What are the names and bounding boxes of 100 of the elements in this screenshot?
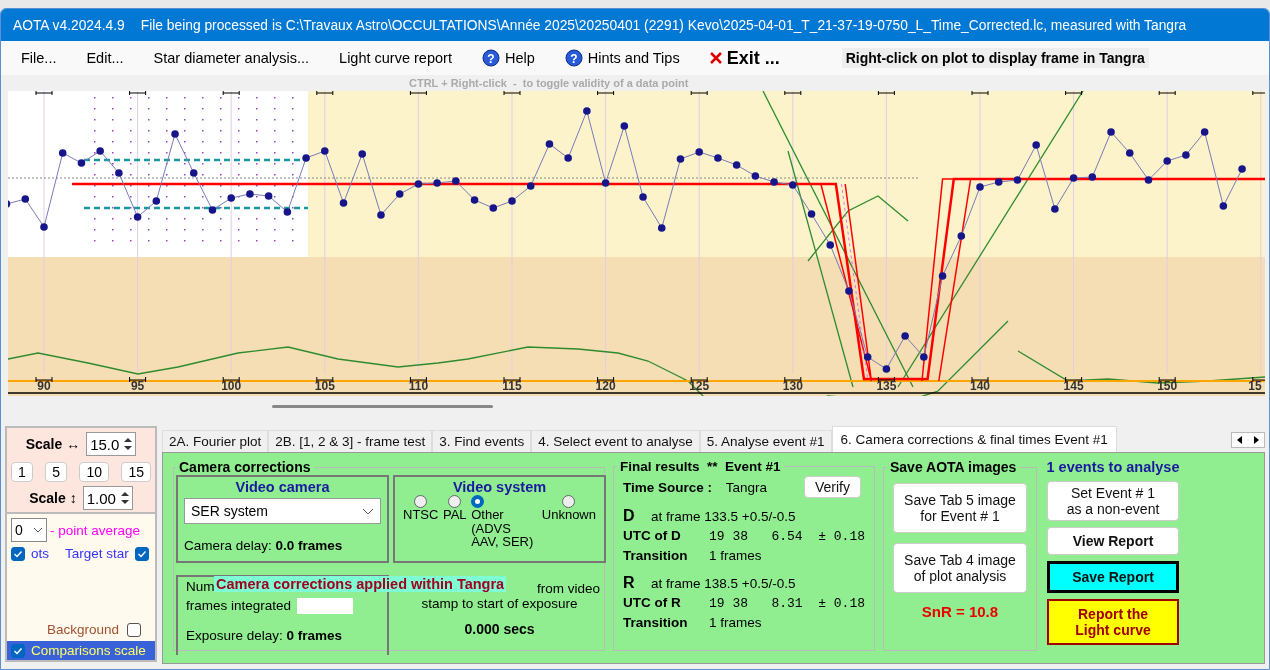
- snr-value: SnR = 10.8: [921, 603, 999, 620]
- radio-label: NTSC: [403, 508, 439, 522]
- check-icon: [136, 548, 147, 559]
- radio-button[interactable]: [562, 495, 576, 508]
- average-dropdown[interactable]: 0: [11, 518, 47, 542]
- file-path: File being processed is C:\Travaux Astro\OCCULTATIONS\Année 2025\20250401 (2291) Kevo\2025-04-01_T_21-37-19-0750_L_Time_Corrected.lc, measured with Tangra: [140, 17, 1187, 33]
- chevron-down-icon: [362, 507, 374, 515]
- axis-label: 115: [502, 379, 522, 393]
- camera-delay: Camera delay: 0.0 frames: [184, 538, 344, 553]
- window-title: AOTA v4.2024.4.9: [13, 17, 125, 33]
- frames-field[interactable]: [297, 598, 354, 615]
- checkbox-label: Background: [47, 622, 120, 637]
- verify-button[interactable]: Verify: [804, 476, 861, 499]
- utc-value: 19 38 8.31 ± 0.18: [709, 596, 866, 612]
- checkbox-label: ots: [31, 546, 49, 561]
- spin-field[interactable]: 15.0: [86, 432, 137, 456]
- axis-label: 130: [782, 379, 803, 393]
- checkbox[interactable]: [11, 643, 25, 658]
- preset-button[interactable]: 15: [121, 462, 151, 482]
- transition-label: Transition: [623, 547, 689, 566]
- action-button[interactable]: Set Event # 1 as a non-event: [1047, 481, 1179, 521]
- event-letter: D: [623, 506, 636, 526]
- event-letter: R: [623, 573, 636, 593]
- menu-item[interactable]: Exit ...: [701, 47, 788, 69]
- transition-label: Transition: [623, 614, 689, 633]
- box-title: Video system: [451, 479, 548, 495]
- checkbox-label: Target star: [65, 546, 129, 561]
- utc-value: 19 38 6.54 ± 0.18: [709, 529, 866, 545]
- transition-value: 1 frames: [709, 548, 762, 564]
- tab[interactable]: 6. Camera corrections & final times Event #1: [831, 426, 1117, 452]
- axis-label: 145: [1063, 379, 1084, 393]
- radio-button[interactable]: [471, 495, 485, 508]
- save-image-button[interactable]: Save Tab 4 image of plot analysis: [893, 543, 1027, 593]
- radio-label: Other (ADVS AAV, SER): [471, 508, 534, 549]
- tab[interactable]: 5. Analyse event #1: [699, 430, 832, 452]
- camera-dropdown[interactable]: SER system: [184, 498, 381, 524]
- checkbox-label: Comparisons scale: [31, 643, 146, 658]
- integration-label: Num: [186, 579, 215, 594]
- save-image-button[interactable]: Save Tab 5 image for Event # 1: [893, 483, 1027, 533]
- utc-label: UTC of D: [623, 527, 682, 546]
- close-icon: [709, 52, 722, 64]
- exposure-delay: Exposure delay: 0 frames: [186, 628, 344, 644]
- axis-label: 150: [1157, 379, 1178, 393]
- radio-button[interactable]: [448, 495, 462, 508]
- axis-label: 120: [595, 379, 616, 393]
- average-label: - point average: [50, 522, 141, 538]
- radio-button[interactable]: [414, 495, 428, 508]
- event-frame: at frame 138.5 +0.5/-0.5: [651, 576, 796, 592]
- menu-item[interactable]: Edit...: [78, 50, 132, 66]
- axis-label: 90: [37, 379, 51, 393]
- tab[interactable]: 2A. Fourier plot: [162, 430, 269, 452]
- checkbox[interactable]: [134, 546, 149, 561]
- tab[interactable]: 4. Select event to analyse: [531, 430, 700, 452]
- menu-item[interactable]: Star diameter analysis...: [145, 50, 318, 66]
- checkbox[interactable]: [11, 546, 25, 561]
- help-icon: ?: [481, 49, 500, 67]
- plot-hint: Right-click on plot to display frame in Tangra: [841, 48, 1149, 68]
- toggle-hint: CTRL + Right-click - to toggle validity of a data point: [408, 76, 690, 91]
- box-title: Video camera: [234, 479, 331, 495]
- spin-field[interactable]: 1.00: [82, 486, 133, 510]
- axis-label: 105: [314, 379, 335, 393]
- preset-button[interactable]: 10: [79, 462, 109, 482]
- menu-item[interactable]: ? Hints and Tips: [556, 49, 688, 67]
- menu-item[interactable]: Light curve report: [331, 50, 460, 66]
- offset-value: 0.000 secs: [463, 621, 536, 637]
- selected-row[interactable]: Comparisons scale: [7, 641, 155, 660]
- action-button[interactable]: View Report: [1047, 527, 1179, 555]
- tab[interactable]: 2B. [1, 2 & 3] - frame test: [268, 430, 433, 452]
- transition-value: 1 frames: [709, 615, 762, 631]
- checkbox[interactable]: [127, 622, 142, 637]
- axis-label: 95: [130, 379, 145, 393]
- group-title: Camera corrections: [178, 459, 312, 475]
- scale-label: Scale ↔: [25, 436, 81, 452]
- offset-label: from video: [536, 581, 600, 596]
- preset-button[interactable]: 5: [45, 462, 67, 482]
- utc-label: UTC of R: [623, 594, 682, 613]
- time-source-value: Tangra: [725, 479, 768, 495]
- tab[interactable]: 3. Find events: [432, 430, 532, 452]
- offset-label: stamp to start of exposure: [420, 596, 579, 611]
- preset-button[interactable]: 1: [11, 462, 33, 482]
- axis-label: 135: [876, 379, 897, 393]
- events-count: 1 events to analyse: [1046, 459, 1180, 475]
- check-icon: [13, 548, 23, 559]
- action-button[interactable]: Save Report: [1047, 561, 1179, 593]
- group-title: Save AOTA images: [889, 459, 1018, 475]
- axis-label: 140: [970, 379, 990, 393]
- axis-label: 15: [1248, 379, 1262, 393]
- chevron-down-icon: [33, 527, 43, 533]
- scale-label: Scale ↕: [29, 490, 77, 506]
- integration-label: frames integrated: [186, 598, 292, 613]
- radio-label: Unknown: [541, 508, 596, 522]
- menu-item[interactable]: File...: [13, 50, 65, 66]
- scrollbar-thumb[interactable]: [272, 405, 493, 408]
- radio-label: PAL: [443, 508, 467, 522]
- menu-item[interactable]: ? Help: [473, 49, 543, 67]
- group-title: Final results ** Event #1: [619, 459, 782, 474]
- help-icon: ?: [564, 49, 583, 67]
- event-frame: at frame 133.5 +0.5/-0.5: [651, 509, 796, 525]
- action-button[interactable]: Report the Light curve: [1047, 599, 1179, 645]
- check-icon: [13, 645, 23, 656]
